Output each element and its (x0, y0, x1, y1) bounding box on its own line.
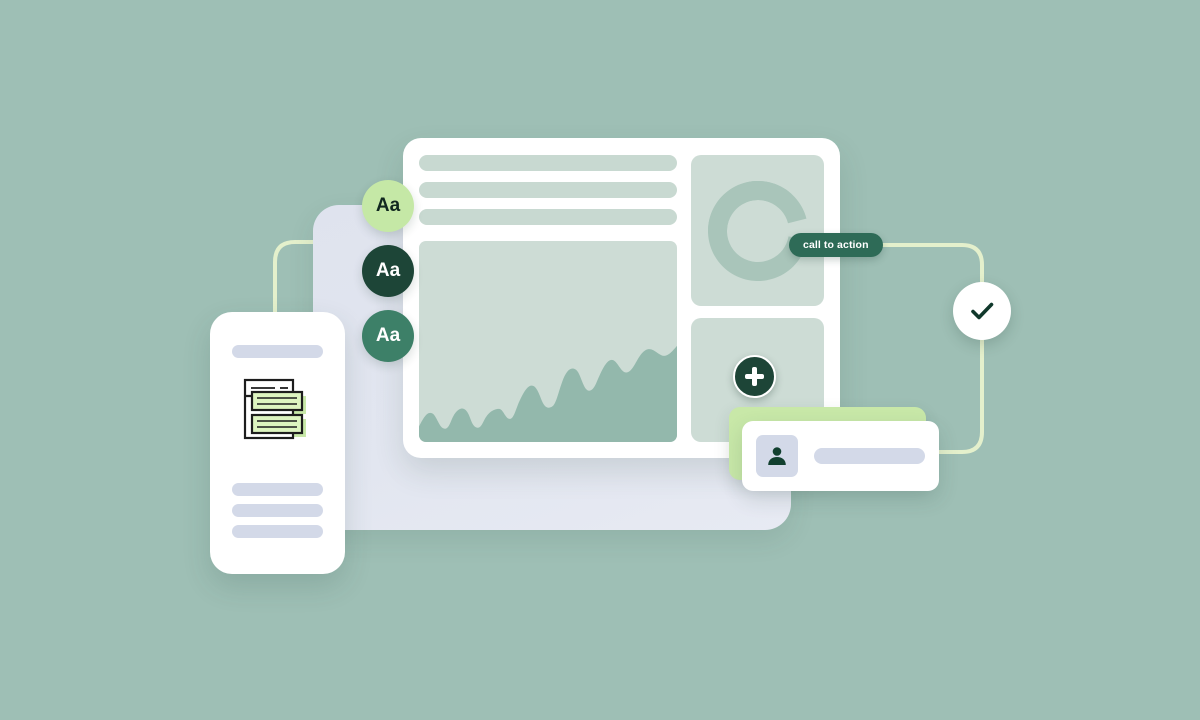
area-chart-series (419, 345, 677, 442)
type-swatch-dark[interactable]: Aa (362, 245, 414, 297)
contact-name-bar (814, 448, 925, 464)
check-icon (971, 302, 994, 320)
mobile-device-mockup (210, 312, 345, 574)
contact-card[interactable] (742, 421, 939, 491)
call-to-action-button[interactable]: call to action (789, 233, 883, 257)
plus-button[interactable] (733, 355, 776, 398)
content-placeholder-bar-2 (419, 182, 677, 198)
illustration-canvas: call to action Aa Aa Aa (0, 0, 1200, 720)
plus-icon-vertical (752, 367, 757, 386)
check-badge (953, 282, 1011, 340)
content-placeholder-bar-3 (419, 209, 677, 225)
type-swatch-label: Aa (375, 260, 401, 281)
type-swatch-mid[interactable]: Aa (362, 310, 414, 362)
form-field-1 (250, 390, 304, 412)
phone-bar-2 (232, 504, 323, 517)
type-swatch-light[interactable]: Aa (362, 180, 414, 232)
donut-chart (691, 155, 824, 306)
type-swatch-label: Aa (375, 325, 401, 346)
avatar (756, 435, 798, 477)
phone-bar-1 (232, 483, 323, 496)
phone-bar-top (232, 345, 323, 358)
person-icon (768, 447, 786, 465)
content-placeholder-bar-1 (419, 155, 677, 171)
phone-notch (253, 312, 302, 321)
dashboard-left-column (419, 155, 677, 442)
form-field-2 (250, 413, 304, 435)
dashboard-right-column (691, 155, 824, 442)
area-chart (419, 241, 677, 442)
phone-bar-3 (232, 525, 323, 538)
type-swatch-label: Aa (375, 195, 401, 216)
form-document-icon (240, 372, 315, 447)
